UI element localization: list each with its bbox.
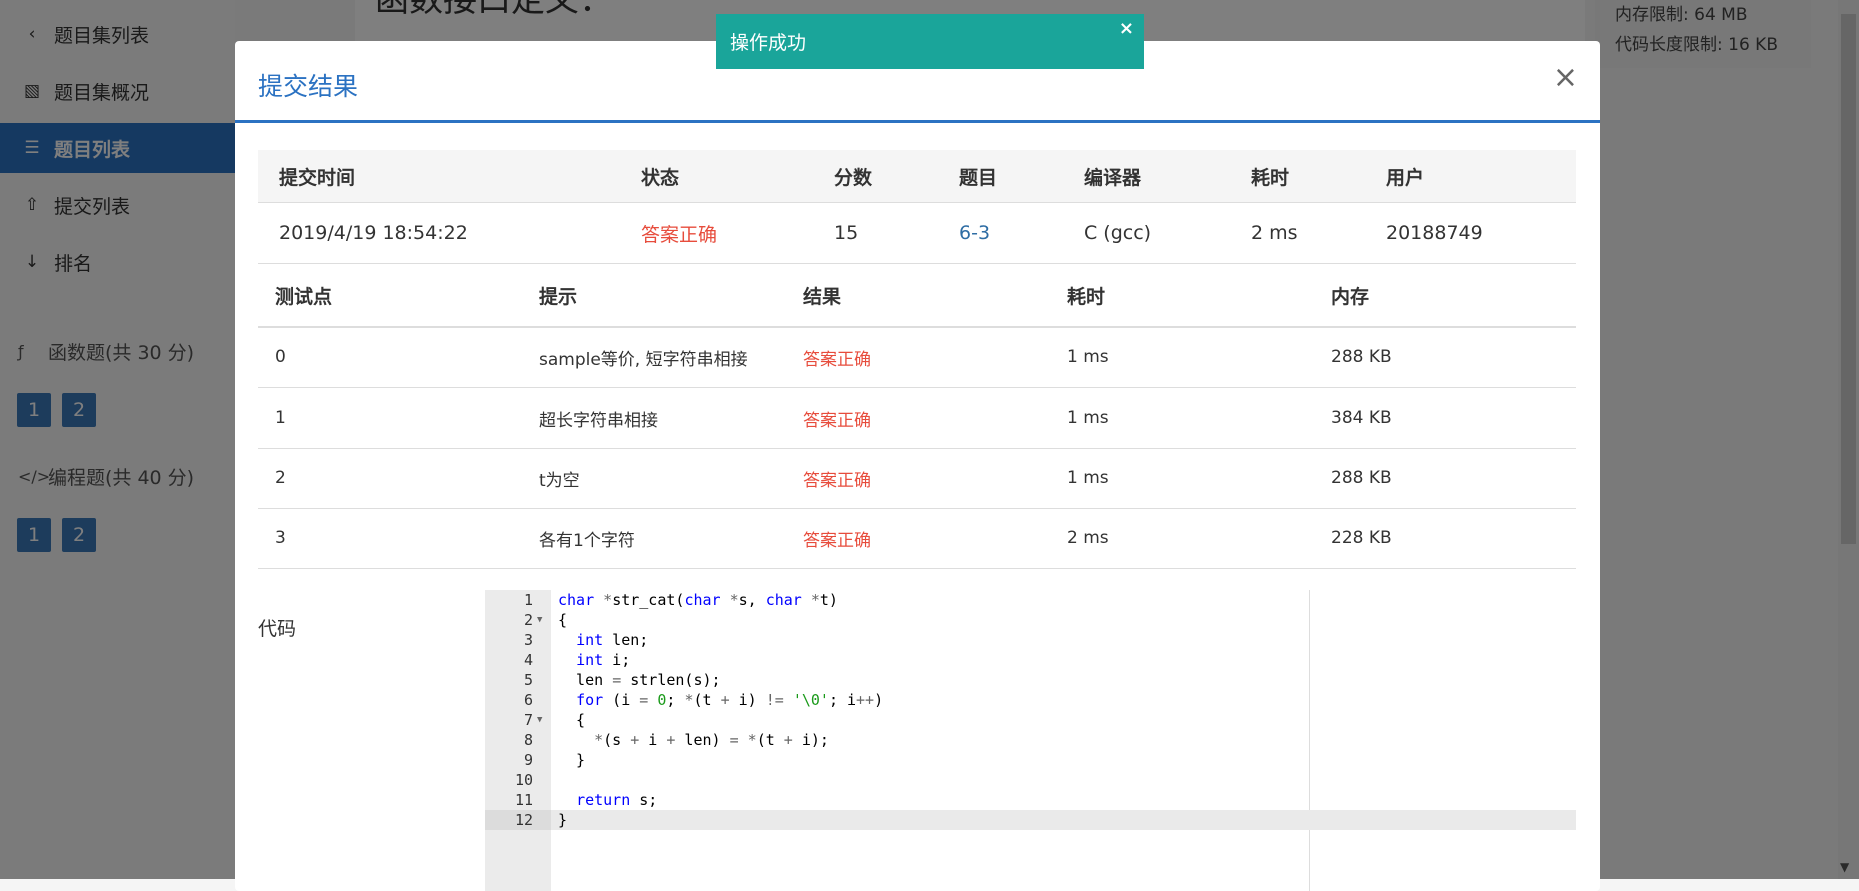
modal-title: 提交结果 [258,72,359,101]
score: 15 [834,222,859,244]
duration: 2 ms [1251,222,1298,244]
header-status: 状态 [641,166,680,189]
summary-table-header: 提交时间 状态 分数 题目 编译器 耗时 用户 [258,150,1576,203]
testpoint-hint: sample等价, 短字符串相接 [539,349,748,370]
code-editor[interactable]: 1 char *str_cat(char *s, char *t) 2 ▼ { … [485,590,1576,891]
fold-arrow-icon[interactable]: ▼ [537,610,542,630]
testpoint-result: 答案正确 [803,410,871,431]
submission-result-modal: 提交结果 × 提交时间 状态 分数 题目 编译器 耗时 用户 2019/4/19… [235,41,1600,891]
testpoint-time: 1 ms [1067,408,1109,428]
testpoint-time: 2 ms [1067,528,1109,548]
close-icon[interactable]: × [1119,18,1134,39]
fold-arrow-icon[interactable]: ▼ [537,710,542,730]
table-row: 1 超长字符串相接 答案正确 1 ms 384 KB [258,388,1576,449]
header-user: 用户 [1386,166,1425,189]
code-line-active: 12 } [485,810,1576,830]
code-text: { [558,711,586,729]
code-line: 3 int len; [485,630,1576,650]
line-number: 2 [523,611,533,629]
success-toast: 操作成功 × [716,14,1144,69]
header-score: 分数 [834,166,873,189]
testpoint-result: 答案正确 [803,470,871,491]
header-compiler: 编译器 [1084,166,1142,189]
table-row: 2 t为空 答案正确 1 ms 288 KB [258,448,1576,509]
testpoint-id: 0 [275,347,286,367]
header-testpoint: 测试点 [275,285,333,308]
line-number: 11 [514,791,533,809]
code-text: len = strlen(s); [558,671,721,689]
testpoint-id: 2 [275,468,286,488]
testpoint-time: 1 ms [1067,347,1109,367]
code-line: 11 return s; [485,790,1576,810]
testpoint-result: 答案正确 [803,349,871,370]
submit-time: 2019/4/19 18:54:22 [279,222,468,244]
problem-link[interactable]: 6-3 [959,203,990,263]
testpoint-table-header: 测试点 提示 结果 耗时 内存 [258,264,1576,328]
code-text: int i; [576,651,631,669]
header-problem: 题目 [959,166,998,189]
code-text: } [558,811,568,829]
close-icon[interactable]: × [1553,63,1578,93]
code-text: for (i = 0; *(t + i) != '\0'; i++) [576,691,884,709]
table-row: 3 各有1个字符 答案正确 2 ms 228 KB [258,508,1576,569]
testpoint-memory: 228 KB [1331,528,1392,548]
code-line: 10 [485,770,1576,790]
line-number: 5 [523,671,533,689]
line-number: 3 [523,631,533,649]
code-line: 2 ▼ { [485,610,1576,630]
line-number: 8 [523,731,533,749]
code-text: } [558,751,586,769]
testpoint-memory: 288 KB [1331,347,1392,367]
code-line: 4 int i; [485,650,1576,670]
code-text: int len; [576,631,649,649]
code-line: 8 *(s + i + len) = *(t + i); [485,730,1576,750]
line-number: 10 [514,771,533,789]
testpoint-hint: 超长字符串相接 [539,410,658,431]
header-memory: 内存 [1331,285,1370,308]
code-text: *(s + i + len) = *(t + i); [594,731,829,749]
user-id: 20188749 [1386,222,1483,244]
header-time: 耗时 [1067,285,1106,308]
testpoint-hint: 各有1个字符 [539,530,635,551]
line-number: 4 [523,651,533,669]
code-line: 1 char *str_cat(char *s, char *t) [485,590,1576,610]
summary-row: 2019/4/19 18:54:22 答案正确 15 6-3 C (gcc) 2… [258,203,1576,264]
testpoint-hint: t为空 [539,470,580,491]
code-text: { [558,611,568,629]
testpoint-memory: 288 KB [1331,468,1392,488]
status-text: 答案正确 [641,223,718,246]
header-result: 结果 [803,285,842,308]
testpoint-id: 1 [275,408,286,428]
code-line: 6 for (i = 0; *(t + i) != '\0'; i++) [485,690,1576,710]
testpoint-time: 1 ms [1067,468,1109,488]
testpoint-memory: 384 KB [1331,408,1392,428]
compiler: C (gcc) [1084,222,1152,244]
line-number: 1 [523,591,533,609]
header-duration: 耗时 [1251,166,1290,189]
code-text: char *str_cat(char *s, char *t) [558,591,838,609]
code-line: 7 ▼ { [485,710,1576,730]
line-number: 9 [523,751,533,769]
header-hint: 提示 [539,285,578,308]
line-number: 12 [485,810,551,830]
testpoint-result: 答案正确 [803,530,871,551]
header-submit-time: 提交时间 [279,166,356,189]
line-number: 7 [523,711,533,729]
code-line: 9 } [485,750,1576,770]
code-text: return s; [576,791,658,809]
testpoint-id: 3 [275,528,286,548]
toast-message: 操作成功 [730,32,807,54]
table-row: 0 sample等价, 短字符串相接 答案正确 1 ms 288 KB [258,327,1576,388]
code-line: 5 len = strlen(s); [485,670,1576,690]
line-number: 6 [523,691,533,709]
code-label: 代码 [258,618,297,640]
